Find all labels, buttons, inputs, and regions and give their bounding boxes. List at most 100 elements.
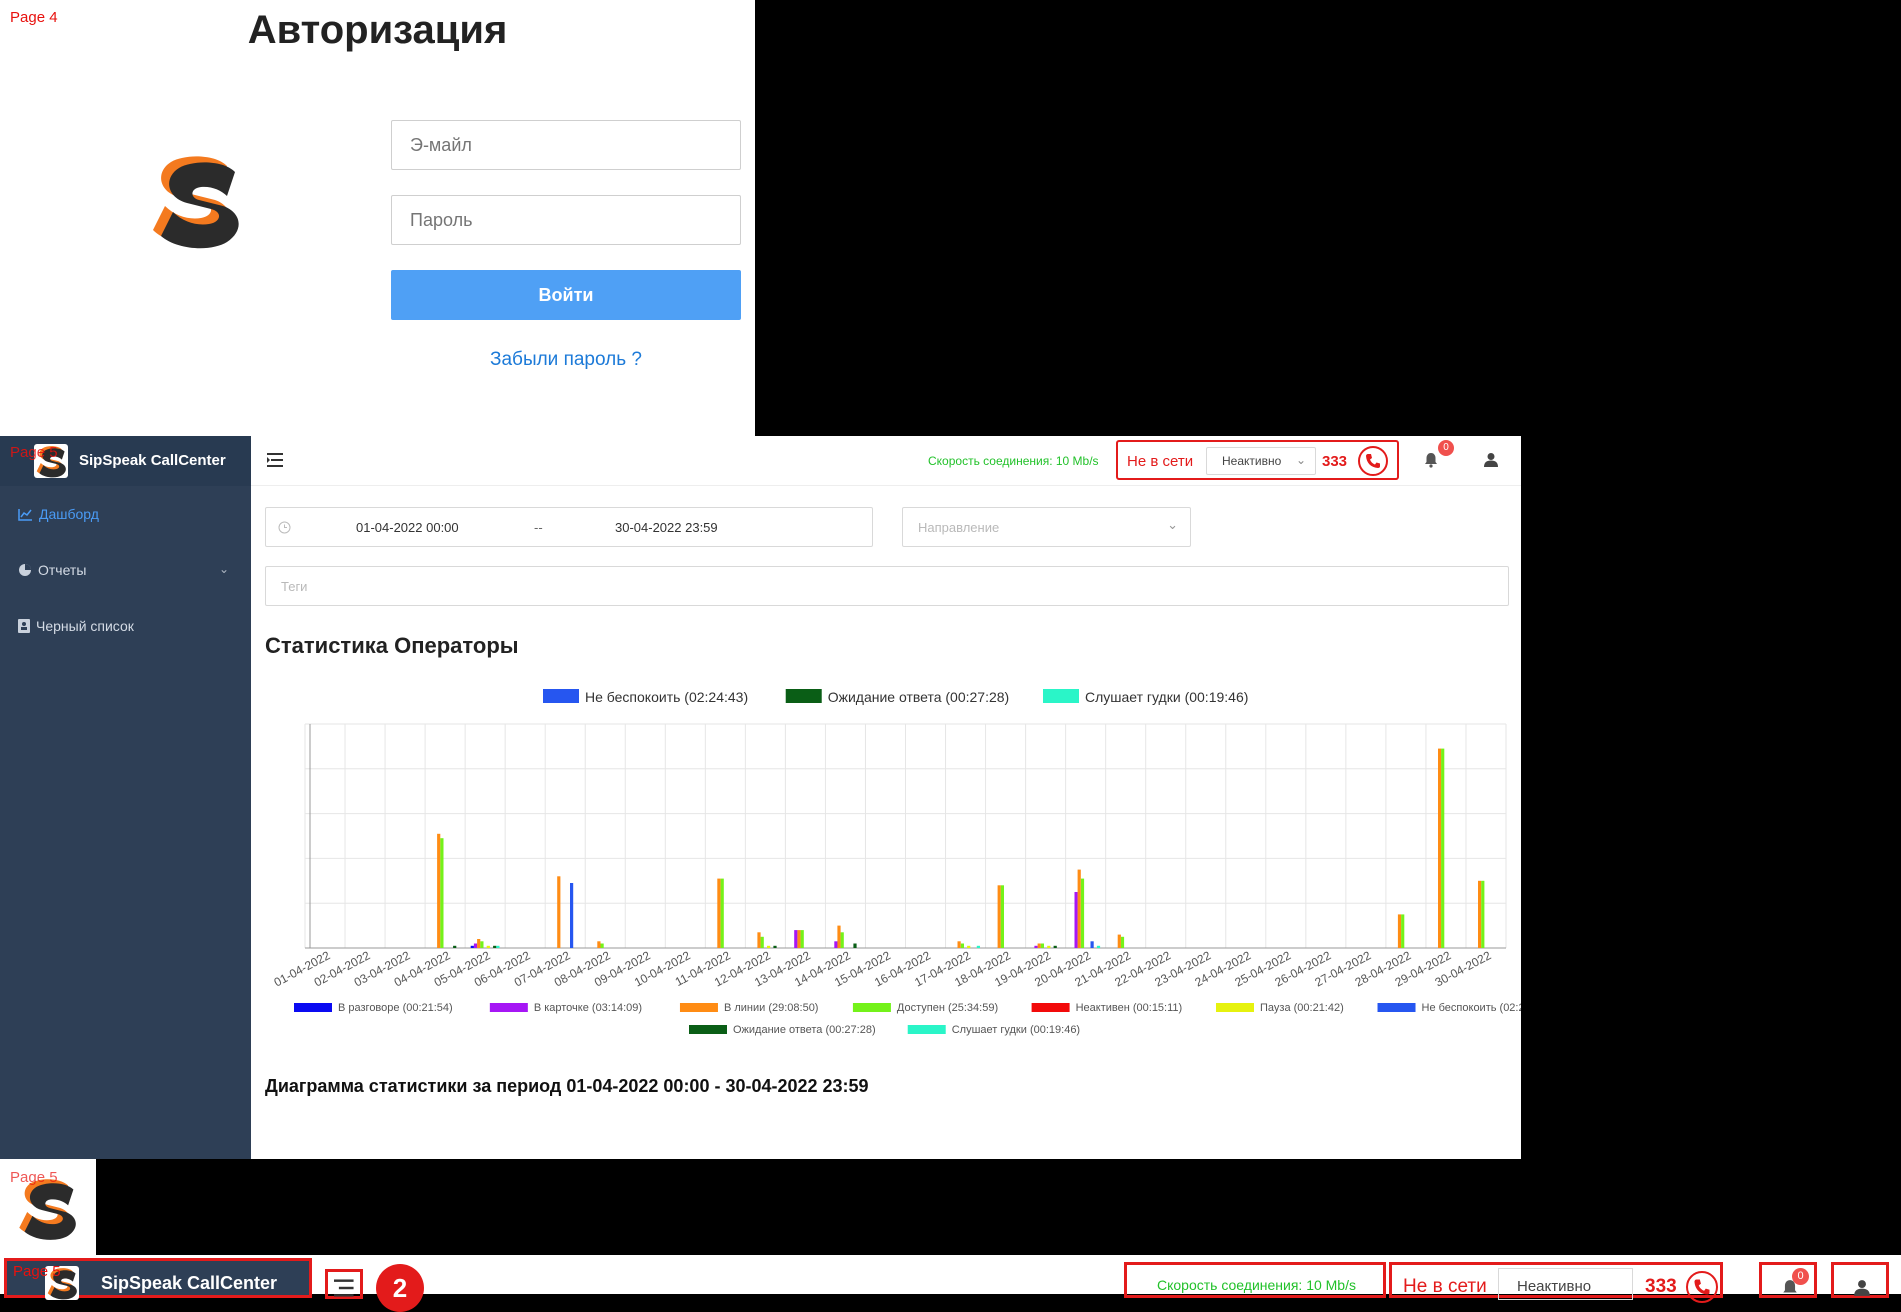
bar bbox=[794, 930, 798, 948]
line-chart-icon bbox=[18, 508, 32, 521]
bar bbox=[1080, 878, 1085, 948]
operator-status-panel: Не в сети Неактивно ⌄ 333 bbox=[1116, 440, 1399, 480]
bar bbox=[767, 945, 771, 948]
chevron-down-icon: ⌄ bbox=[1167, 517, 1178, 532]
brand-name: SipSpeak CallCenter bbox=[79, 452, 226, 469]
bar bbox=[960, 943, 964, 948]
status-select-value: Неактивно bbox=[1222, 454, 1282, 468]
bar bbox=[957, 941, 961, 948]
sidebar: SipSpeak CallCenter Page 5 Дашборд Отчет… bbox=[0, 436, 251, 1159]
login-title: Авторизация bbox=[247, 8, 508, 52]
bar bbox=[1117, 934, 1121, 948]
status-select-value: Неактивно bbox=[1517, 1278, 1592, 1295]
legend-item: Слушает гудки (00:19:46) bbox=[952, 1024, 1080, 1036]
sidebar-item-reports[interactable]: Отчеты bbox=[18, 562, 86, 578]
extension-number: 333 bbox=[1645, 1276, 1677, 1297]
brand-header-annotated[interactable]: SipSpeak CallCenter Page 5 bbox=[4, 1258, 312, 1300]
legend-item: Не беспокоить (02:24:43) bbox=[585, 689, 748, 705]
sidebar-item-dashboard[interactable]: Дашборд bbox=[18, 506, 99, 522]
period-title: Диаграмма статистики за период 01-04-202… bbox=[265, 1076, 869, 1096]
sidebar-item-blacklist[interactable]: Черный список bbox=[18, 618, 134, 634]
tags-input[interactable]: Теги bbox=[265, 566, 1509, 606]
login-button[interactable]: Войти bbox=[391, 270, 741, 320]
sipspeak-logo-icon bbox=[153, 156, 239, 249]
chevron-down-icon[interactable]: ⌄ bbox=[219, 562, 229, 576]
legend-swatch bbox=[689, 1025, 727, 1034]
notifications-annotated[interactable]: 0 bbox=[1759, 1262, 1817, 1298]
status-select[interactable]: Неактивно ⌄ bbox=[1206, 447, 1316, 475]
menu-fold-icon[interactable] bbox=[267, 452, 285, 468]
connection-speed-annotated: Скорость соединения: 10 Mb/s bbox=[1124, 1262, 1386, 1298]
bar bbox=[760, 936, 764, 948]
direction-placeholder: Направление bbox=[918, 520, 1000, 535]
bar bbox=[1074, 892, 1078, 948]
user-menu-annotated[interactable] bbox=[1831, 1262, 1889, 1298]
bar bbox=[1397, 914, 1402, 948]
section-title: Статистика Операторы bbox=[265, 633, 519, 658]
dashboard-page: SipSpeak CallCenter Page 5 Дашборд Отчет… bbox=[0, 436, 1521, 1159]
sidebar-item-label: Отчеты bbox=[38, 562, 87, 578]
forgot-password-link[interactable]: Забыли пароль ? bbox=[391, 349, 741, 371]
bar bbox=[997, 885, 1001, 948]
date-range-picker[interactable]: 01-04-2022 00:00 -- 30-04-2022 23:59 bbox=[265, 507, 873, 547]
menu-button-annotated[interactable] bbox=[325, 1269, 363, 1299]
bar bbox=[470, 945, 474, 948]
bar bbox=[967, 945, 971, 948]
legend-swatch bbox=[785, 689, 822, 703]
tags-placeholder: Теги bbox=[281, 579, 308, 594]
page-tag-logo: Page 5 bbox=[10, 1169, 58, 1186]
legend-swatch bbox=[489, 1003, 528, 1012]
bar bbox=[480, 941, 484, 948]
password-field[interactable] bbox=[391, 195, 741, 245]
bar bbox=[773, 945, 777, 948]
bar bbox=[1000, 885, 1004, 948]
bar bbox=[800, 930, 804, 948]
legend-swatch bbox=[907, 1025, 946, 1034]
chart-legend-top: В разговоре (00:21:54)В карточке (03:14:… bbox=[543, 689, 1248, 705]
bar bbox=[493, 945, 497, 948]
connection-speed: Скорость соединения: 10 Mb/s bbox=[1157, 1277, 1356, 1293]
bar bbox=[1090, 941, 1094, 948]
bar bbox=[853, 943, 857, 948]
bar bbox=[440, 838, 444, 948]
bar bbox=[437, 833, 441, 948]
bar bbox=[757, 932, 761, 948]
status-select[interactable]: Неактивно bbox=[1498, 1268, 1633, 1300]
date-start[interactable]: 01-04-2022 00:00 bbox=[356, 520, 459, 535]
bar bbox=[570, 883, 574, 948]
bell-icon[interactable] bbox=[1424, 452, 1438, 468]
connection-speed: Скорость соединения: 10 Mb/s bbox=[928, 454, 1099, 468]
email-field[interactable] bbox=[391, 120, 741, 170]
phone-icon bbox=[1694, 1279, 1710, 1295]
callout-number: 2 bbox=[376, 1264, 424, 1312]
bar bbox=[976, 945, 980, 948]
bar bbox=[1047, 945, 1051, 948]
legend-swatch bbox=[1043, 689, 1079, 703]
legend-swatch bbox=[1216, 1003, 1254, 1012]
bar bbox=[1040, 943, 1044, 948]
phone-icon bbox=[1366, 454, 1380, 468]
phone-button[interactable] bbox=[1358, 446, 1388, 476]
status-offline-label: Не в сети bbox=[1127, 453, 1194, 470]
menu-fold-icon bbox=[334, 1279, 354, 1297]
page-tag-login: Page 4 bbox=[10, 9, 58, 26]
legend-swatch bbox=[679, 1003, 718, 1012]
date-separator: -- bbox=[534, 520, 543, 535]
user-icon[interactable] bbox=[1484, 452, 1498, 468]
bar bbox=[1120, 936, 1125, 948]
bar bbox=[557, 876, 561, 948]
legend-item: Ожидание ответа (00:27:28) bbox=[733, 1024, 876, 1036]
notification-badge: 0 bbox=[1438, 440, 1454, 456]
legend-swatch bbox=[852, 1003, 891, 1012]
date-end[interactable]: 30-04-2022 23:59 bbox=[615, 520, 718, 535]
legend-item: Пауза (00:21:42) bbox=[1260, 1002, 1344, 1014]
bar bbox=[1037, 943, 1041, 948]
bar bbox=[473, 943, 478, 948]
legend-item: Неактивен (00:15:11) bbox=[1076, 1002, 1183, 1014]
operator-status-annotated: Не в сети Неактивно 333 bbox=[1389, 1262, 1723, 1303]
page-tag-dashboard: Page 5 bbox=[10, 444, 58, 461]
direction-select[interactable]: Направление ⌄ bbox=[902, 507, 1191, 547]
phone-button[interactable] bbox=[1686, 1271, 1718, 1303]
bar bbox=[837, 925, 841, 948]
bar bbox=[1441, 748, 1445, 948]
